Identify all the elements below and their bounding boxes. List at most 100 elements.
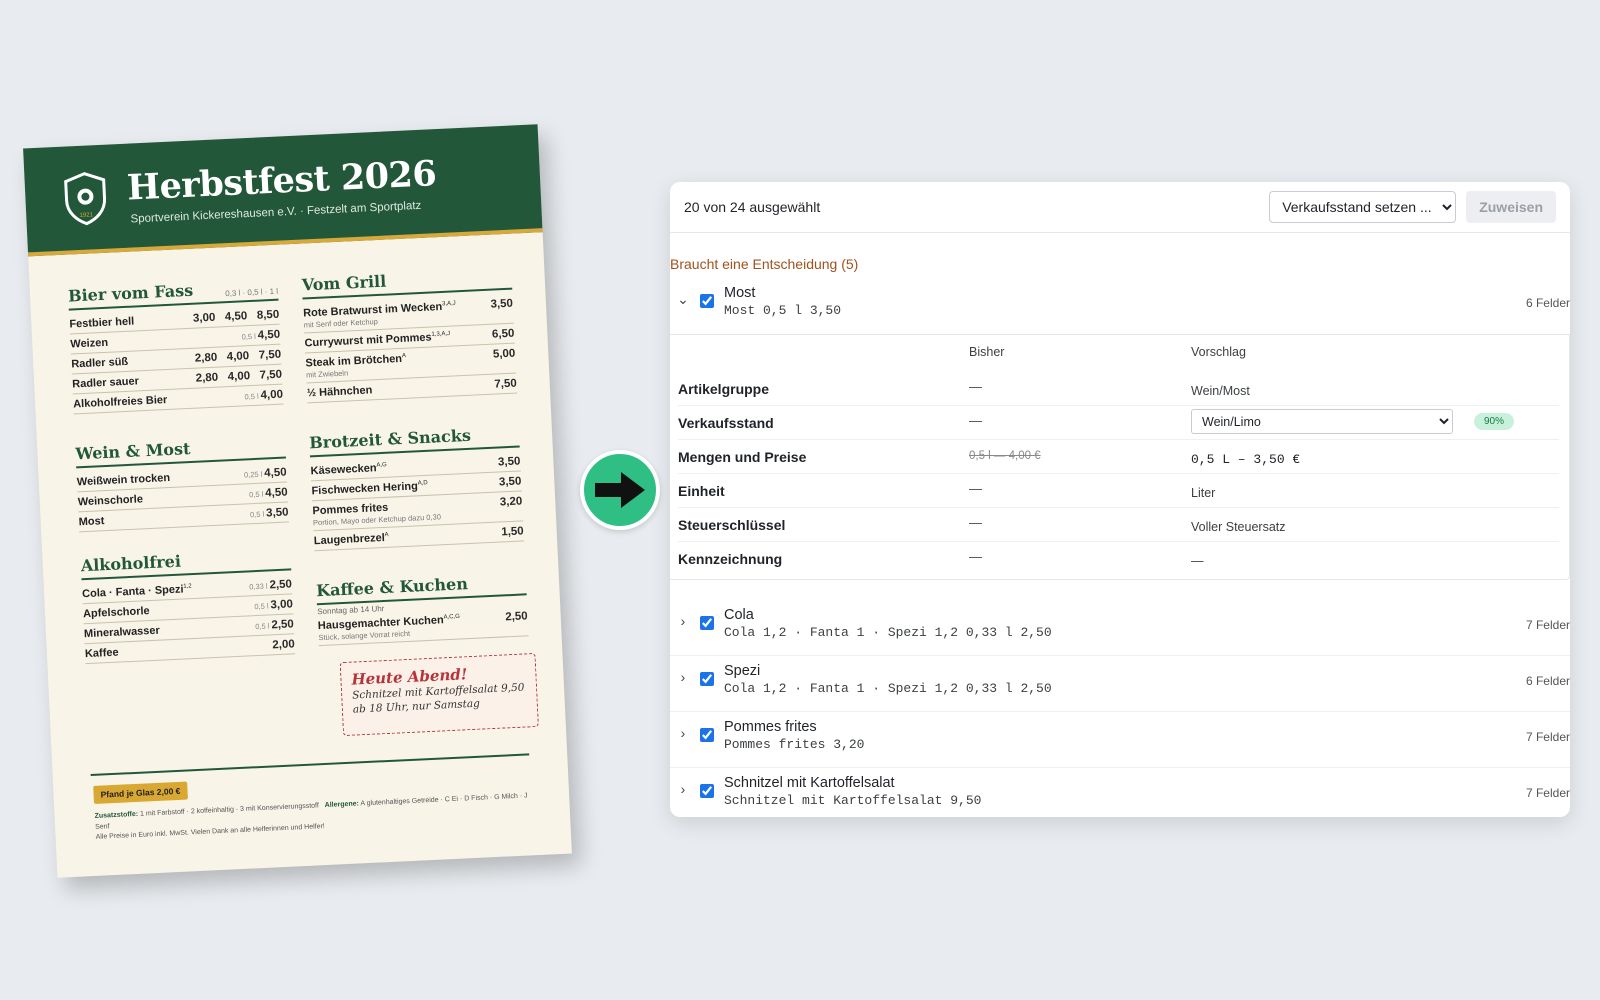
- item-checkbox[interactable]: [700, 294, 714, 308]
- menu-item-label: Weißwein trocken: [76, 471, 171, 489]
- menu-item-name: LaugenbrezelA: [313, 531, 389, 548]
- crest-icon: 1921: [64, 172, 107, 226]
- menu-section: Bier vom Fass 0,3 l · 0,5 l · 1 l Festbier…: [67, 276, 284, 415]
- menu-item-size: 0,5 l: [249, 509, 265, 520]
- list-item-spezi[interactable]: › Spezi Cola 1,2 · Fanta 1 · Spezi 1,2 0…: [670, 658, 1570, 696]
- menu-item-price-value: 2,50: [271, 618, 295, 632]
- menu-item-codes: 1,3,A,J: [431, 330, 451, 338]
- item-checkbox[interactable]: [700, 616, 714, 630]
- menu-item-price: 3,20: [500, 495, 523, 508]
- item-name: Spezi: [724, 663, 761, 679]
- field-new-value: Liter: [1191, 486, 1216, 500]
- confidence-badge: 90%: [1474, 413, 1515, 430]
- item-name: Cola: [724, 607, 754, 623]
- menu-item-price-value: 7,50: [494, 377, 517, 391]
- arrow-right-icon: [580, 450, 660, 530]
- item-name: Schnitzel mit Kartoffelsalat: [724, 775, 895, 791]
- verkaufsstand-select[interactable]: Wein/Limo: [1191, 409, 1453, 434]
- chevron-right-icon[interactable]: ›: [670, 669, 696, 685]
- menu-item-price: 2,50: [505, 610, 528, 623]
- menu-item-codes: A,G: [376, 462, 387, 469]
- menu-item-price: 3,50: [498, 455, 521, 468]
- menu-item-name: ½ Hähnchen: [307, 384, 373, 399]
- allergens-label: Allergene:: [324, 800, 360, 810]
- item-checkbox[interactable]: [700, 672, 714, 686]
- menu-item-size: 0,25 l: [243, 469, 263, 480]
- crest-year: 1921: [80, 212, 94, 219]
- menu-item-name: Pommes frites Portion, Mayo oder Ketchup …: [312, 499, 441, 528]
- menu-section-title: Kaffee & Kuchen: [315, 574, 469, 601]
- menu-item-price: 0,5 l4,50: [249, 486, 288, 500]
- menu-item-price: 7,50: [494, 378, 517, 391]
- menu-item-label: Weizen: [70, 336, 109, 351]
- field-label: Steuerschlüssel: [678, 517, 786, 533]
- assign-button[interactable]: Zuweisen: [1466, 191, 1556, 223]
- menu-item-label: Laugenbrezel: [313, 531, 386, 548]
- menu-item-label: Most: [78, 515, 105, 529]
- menu-item-price-value: 3,50: [265, 506, 289, 520]
- menu-item-codes: A,D: [417, 480, 428, 487]
- chevron-right-icon[interactable]: ›: [670, 613, 696, 629]
- chevron-right-icon[interactable]: ›: [670, 781, 696, 797]
- menu-item-label: Cola · Fanta · Spezi: [81, 583, 184, 601]
- menu-item-price-value: 3,50: [490, 297, 514, 311]
- menu-item-label: Festbier hell: [69, 315, 135, 331]
- item-checkbox[interactable]: [700, 784, 714, 798]
- field-count: 6 Felder: [1525, 674, 1570, 688]
- item-raw-text: Pommes frites 3,20: [724, 737, 865, 752]
- field-old-value: —: [969, 379, 982, 394]
- field-old-value: 0,5 l — 4,00 €: [969, 450, 1041, 462]
- menu-item-size: 0,5 l: [254, 601, 269, 612]
- list-item-most[interactable]: ⌄ Most Most 0,5 l 3,50 6 Felder: [670, 280, 1570, 318]
- chevron-down-icon[interactable]: ⌄: [670, 291, 696, 308]
- menu-item-price-value: 3,00 4,50 8,50: [192, 308, 280, 325]
- item-name: Pommes frites: [724, 719, 817, 735]
- menu-item-name: Weißwein trocken: [77, 472, 171, 488]
- menu-item-size: 0,5 l: [244, 391, 259, 402]
- menu-item-price-value: 4,50: [264, 486, 288, 500]
- arrow-glyph: [595, 472, 645, 508]
- menu-item-label: Radler süß: [71, 355, 129, 371]
- field-label: Kennzeichnung: [678, 551, 783, 567]
- menu-divider: [90, 753, 530, 777]
- field-label: Einheit: [678, 483, 725, 499]
- selection-toolbar: 20 von 24 ausgewählt Verkaufsstand setze…: [670, 182, 1570, 233]
- price-note: Alle Preise in Euro inkl. MwSt. Vielen D…: [95, 823, 325, 841]
- menu-item-price: 0,5 l3,00: [254, 598, 293, 612]
- menu-item-price: 0,5 l4,50: [241, 329, 280, 343]
- field-old-value: —: [969, 413, 982, 428]
- additives-label: Zusatzstoffe:: [94, 810, 139, 820]
- list-item-pommes[interactable]: › Pommes frites Pommes frites 3,20 7 Fel…: [670, 714, 1570, 752]
- menu-item-name: Most: [78, 515, 104, 528]
- menu-item-codes: A: [384, 532, 389, 539]
- menu-section-title: Vom Grill: [301, 271, 387, 295]
- menu-item-name: KäseweckenA,G: [310, 462, 387, 478]
- additives-text: 1 mit Farbstoff · 2 koffeinhaltig · 3 mi…: [139, 802, 320, 818]
- list-item-schnitzel[interactable]: › Schnitzel mit Kartoffelsalat Schnitzel…: [670, 770, 1570, 808]
- menu-item-label: Weinschorle: [77, 493, 144, 509]
- menu-item-label: Käsewecken: [310, 462, 377, 478]
- menu-item-name: Mineralwasser: [84, 625, 160, 641]
- selection-count: 20 von 24 ausgewählt: [684, 199, 821, 215]
- menu-header: 1921 Herbstfest 2026 Sportverein Kickere…: [23, 124, 543, 257]
- item-checkbox[interactable]: [700, 728, 714, 742]
- menu-item-price-value: 3,00: [270, 598, 294, 612]
- chevron-right-icon[interactable]: ›: [670, 725, 696, 741]
- field-count: 7 Felder: [1525, 730, 1570, 744]
- menu-item-codes: 3,A,J: [441, 300, 456, 308]
- item-divider: [670, 767, 1570, 768]
- menu-section-title: Bier vom Fass: [67, 280, 194, 306]
- item-raw-text: Schnitzel mit Kartoffelsalat 9,50: [724, 793, 982, 808]
- import-review-panel: 20 von 24 ausgewählt Verkaufsstand setze…: [670, 182, 1570, 817]
- menu-item-price: 3,00 4,50 8,50: [193, 309, 280, 325]
- field-row: Artikelgruppe — Wein/Most: [678, 371, 1559, 406]
- item-raw-text: Cola 1,2 · Fanta 1 · Spezi 1,2 0,33 l 2,…: [724, 625, 1052, 640]
- menu-item-price: 2,80 4,00 7,50: [195, 349, 282, 365]
- stand-select[interactable]: Verkaufsstand setzen ...: [1269, 191, 1457, 223]
- menu-item-price-value: 3,20: [499, 495, 523, 509]
- menu-item-size: 0,5 l: [255, 621, 270, 632]
- list-item-cola[interactable]: › Cola Cola 1,2 · Fanta 1 · Spezi 1,2 0,…: [670, 602, 1570, 640]
- field-new-value: Wein/Most: [1191, 384, 1250, 398]
- menu-paper: 1921 Herbstfest 2026 Sportverein Kickere…: [23, 124, 572, 878]
- menu-item-label: Alkoholfreies Bier: [72, 394, 168, 411]
